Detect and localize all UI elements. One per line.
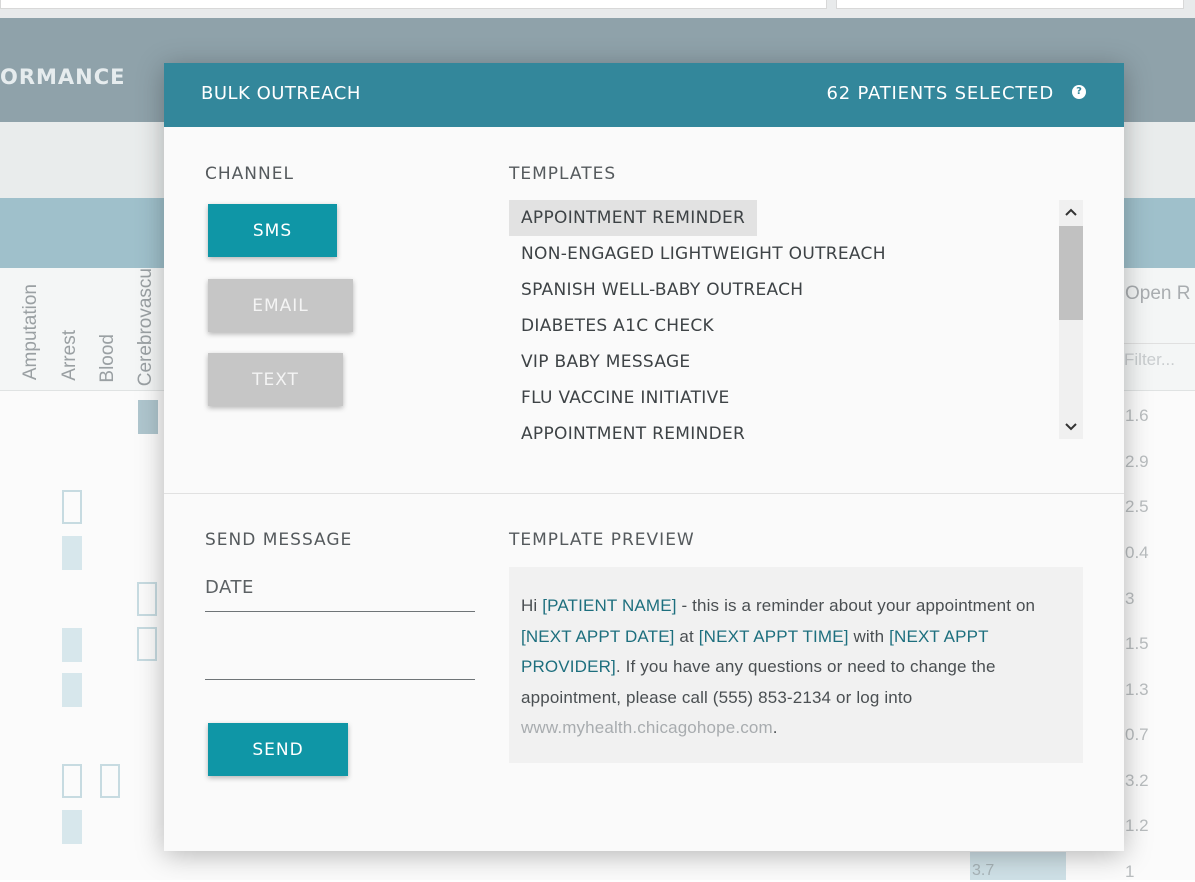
preview-portal-link[interactable]: www.myhealth.chicagohope.com [521,718,773,737]
background-top-bar [0,0,1195,18]
background-input-right [836,0,1184,9]
background-bar-value: 3.7 [972,862,995,879]
channel-sms-button[interactable]: SMS [208,204,337,257]
background-heat-cell [62,673,82,707]
scrollbar-thumb[interactable] [1059,226,1083,320]
template-preview-text: Hi [PATIENT NAME] - this is a reminder a… [521,591,1069,744]
template-item[interactable]: DIABETES A1C CHECK [509,308,726,344]
preview-token-patient-name: [PATIENT NAME] [542,596,677,615]
background-row-value: 1 [1125,862,1135,881]
background-heat-cell [62,810,82,844]
background-heat-cell [62,764,82,798]
channel-text-button[interactable]: TEXT [208,353,343,406]
chevron-up-icon[interactable] [1059,200,1083,224]
column-label-arrest: Arrest [59,330,80,381]
date-field[interactable]: DATE [205,577,475,612]
template-item[interactable]: APPOINTMENT REMINDER [509,200,758,236]
background-heat-cell [62,628,82,662]
template-item[interactable]: SPANISH WELL-BABY OUTREACH [509,272,815,308]
bulk-outreach-modal: BULK OUTREACH 62 PATIENTS SELECTED ? CHA… [164,63,1124,851]
preview-text-segment: Hi [521,596,543,615]
template-item[interactable]: VIP BABY MESSAGE [509,344,702,380]
send-message-label: SEND MESSAGE [205,530,353,550]
help-icon[interactable]: ? [1072,85,1086,99]
channel-email-button[interactable]: EMAIL [208,279,353,332]
templates-label: TEMPLATES [509,164,617,184]
background-row-value: 2.5 [1125,497,1149,516]
background-heat-cell [62,536,82,570]
preview-text-segment: - this is a reminder about your appointm… [676,596,1036,615]
template-item[interactable]: FLU VACCINE INITIATIVE [509,380,742,416]
template-preview-label: TEMPLATE PREVIEW [509,530,695,550]
background-row-value: 2.9 [1125,452,1149,471]
background-input-left [0,0,827,9]
templates-list: APPOINTMENT REMINDER NON-ENGAGED LIGHTWE… [509,200,1083,440]
background-heat-cell [138,400,158,434]
modal-title: BULK OUTREACH [201,83,361,104]
background-banner-title: ORMANCE [0,65,126,89]
background-row-value: 1.5 [1125,634,1149,653]
template-item[interactable]: APPOINTMENT REMINDER [509,416,757,440]
preview-text-segment: . [772,718,778,737]
column-label-cerebrovascular: Cerebrovascu [135,268,156,387]
modal-header: BULK OUTREACH 62 PATIENTS SELECTED ? [164,63,1124,127]
background-row-value: 3.2 [1125,771,1149,790]
background-row-value: 1.6 [1125,406,1149,425]
message-field[interactable] [205,645,475,680]
channel-label: CHANNEL [205,164,294,184]
patients-selected-count: 62 PATIENTS SELECTED [826,83,1054,104]
background-heat-cell [62,490,82,524]
background-heat-cell [137,582,157,616]
column-label-amputation: Amputation [20,284,41,381]
background-row-value: 1.3 [1125,680,1149,699]
background-heat-cell [137,627,157,661]
column-label-blood: Blood [97,334,118,383]
preview-text-segment: with [848,626,890,646]
preview-token-appt-date: [NEXT APPT DATE] [521,626,675,646]
preview-text-segment: at [674,626,699,646]
background-row-value: 1.2 [1125,816,1149,835]
background-heat-cell [100,764,120,798]
background-row-value: 0.4 [1125,543,1149,562]
background-row-value: 0.7 [1125,725,1149,744]
date-field-placeholder: DATE [205,577,254,598]
templates-scrollbar[interactable] [1059,200,1083,439]
template-item[interactable]: NON-ENGAGED LIGHTWEIGHT OUTREACH [509,236,898,272]
background-filter-placeholder: Filter... [1124,350,1176,369]
background-row-value: 3 [1125,589,1135,608]
background-open-label: Open R [1125,283,1191,304]
preview-token-appt-time: [NEXT APPT TIME] [698,626,849,646]
send-button[interactable]: SEND [208,723,348,776]
background-filter-input: Filter... [1118,343,1195,378]
chevron-down-icon[interactable] [1059,415,1083,439]
template-preview-box: Hi [PATIENT NAME] - this is a reminder a… [509,567,1083,763]
section-divider [164,493,1124,494]
